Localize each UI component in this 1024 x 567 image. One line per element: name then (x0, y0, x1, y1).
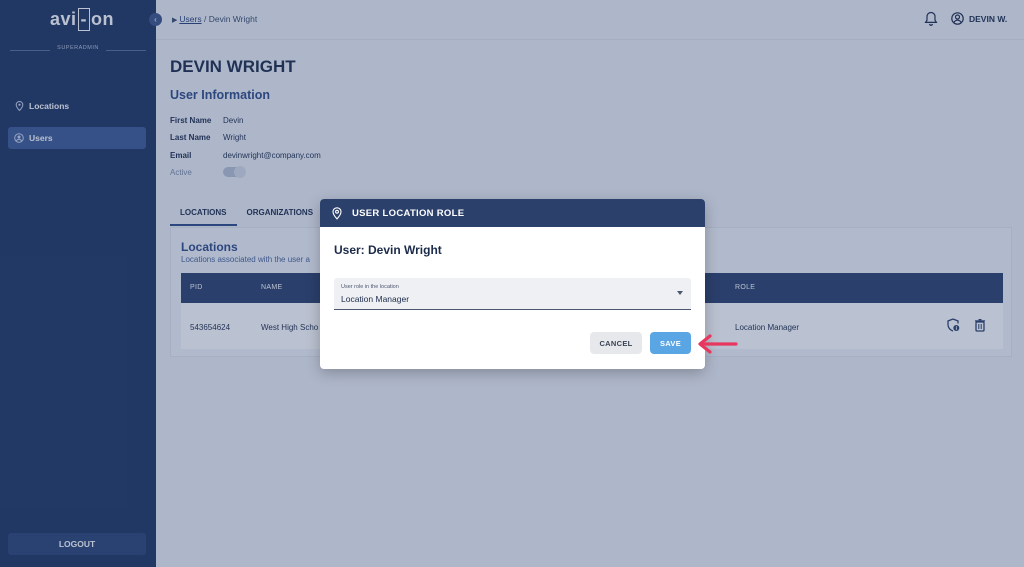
role-select-label: User role in the location (341, 284, 399, 290)
dialog-user-line: User: Devin Wright (334, 243, 442, 257)
save-button[interactable]: SAVE (650, 332, 691, 354)
cancel-button[interactable]: CANCEL (590, 332, 642, 354)
user-location-role-dialog: USER LOCATION ROLE User: Devin Wright Us… (320, 199, 705, 369)
pointer-arrow-icon (693, 331, 739, 357)
location-pin-icon (331, 206, 343, 220)
dialog-title: USER LOCATION ROLE (352, 207, 465, 219)
role-select-value: Location Manager (341, 294, 410, 304)
role-select[interactable]: User role in the location Location Manag… (334, 278, 691, 310)
dialog-header: USER LOCATION ROLE (320, 199, 705, 227)
dropdown-caret-icon (677, 291, 683, 295)
